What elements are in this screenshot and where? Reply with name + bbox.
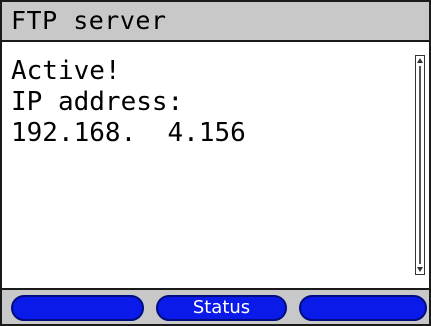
ip-address-label: IP address:: [11, 87, 184, 117]
softkey-right[interactable]: [299, 295, 427, 321]
scroll-down-arrow-icon[interactable]: [417, 267, 423, 272]
softkey-left[interactable]: [11, 295, 144, 321]
ip-address-value: 192.168. 4.156: [11, 118, 246, 148]
screen-title: FTP server: [11, 6, 167, 35]
scroll-thumb[interactable]: [419, 66, 421, 264]
softkey-bar: Status: [2, 288, 429, 324]
title-bar: FTP server: [2, 2, 429, 42]
scroll-up-arrow-icon[interactable]: [417, 58, 423, 63]
vertical-scrollbar[interactable]: [415, 55, 425, 275]
softkey-status[interactable]: Status: [156, 295, 287, 321]
device-screen: FTP server Active! IP address: 192.168. 4.…: [0, 0, 431, 326]
status-text-area: Active! IP address: 192.168. 4.156: [11, 56, 246, 149]
status-line-active: Active!: [11, 56, 121, 86]
